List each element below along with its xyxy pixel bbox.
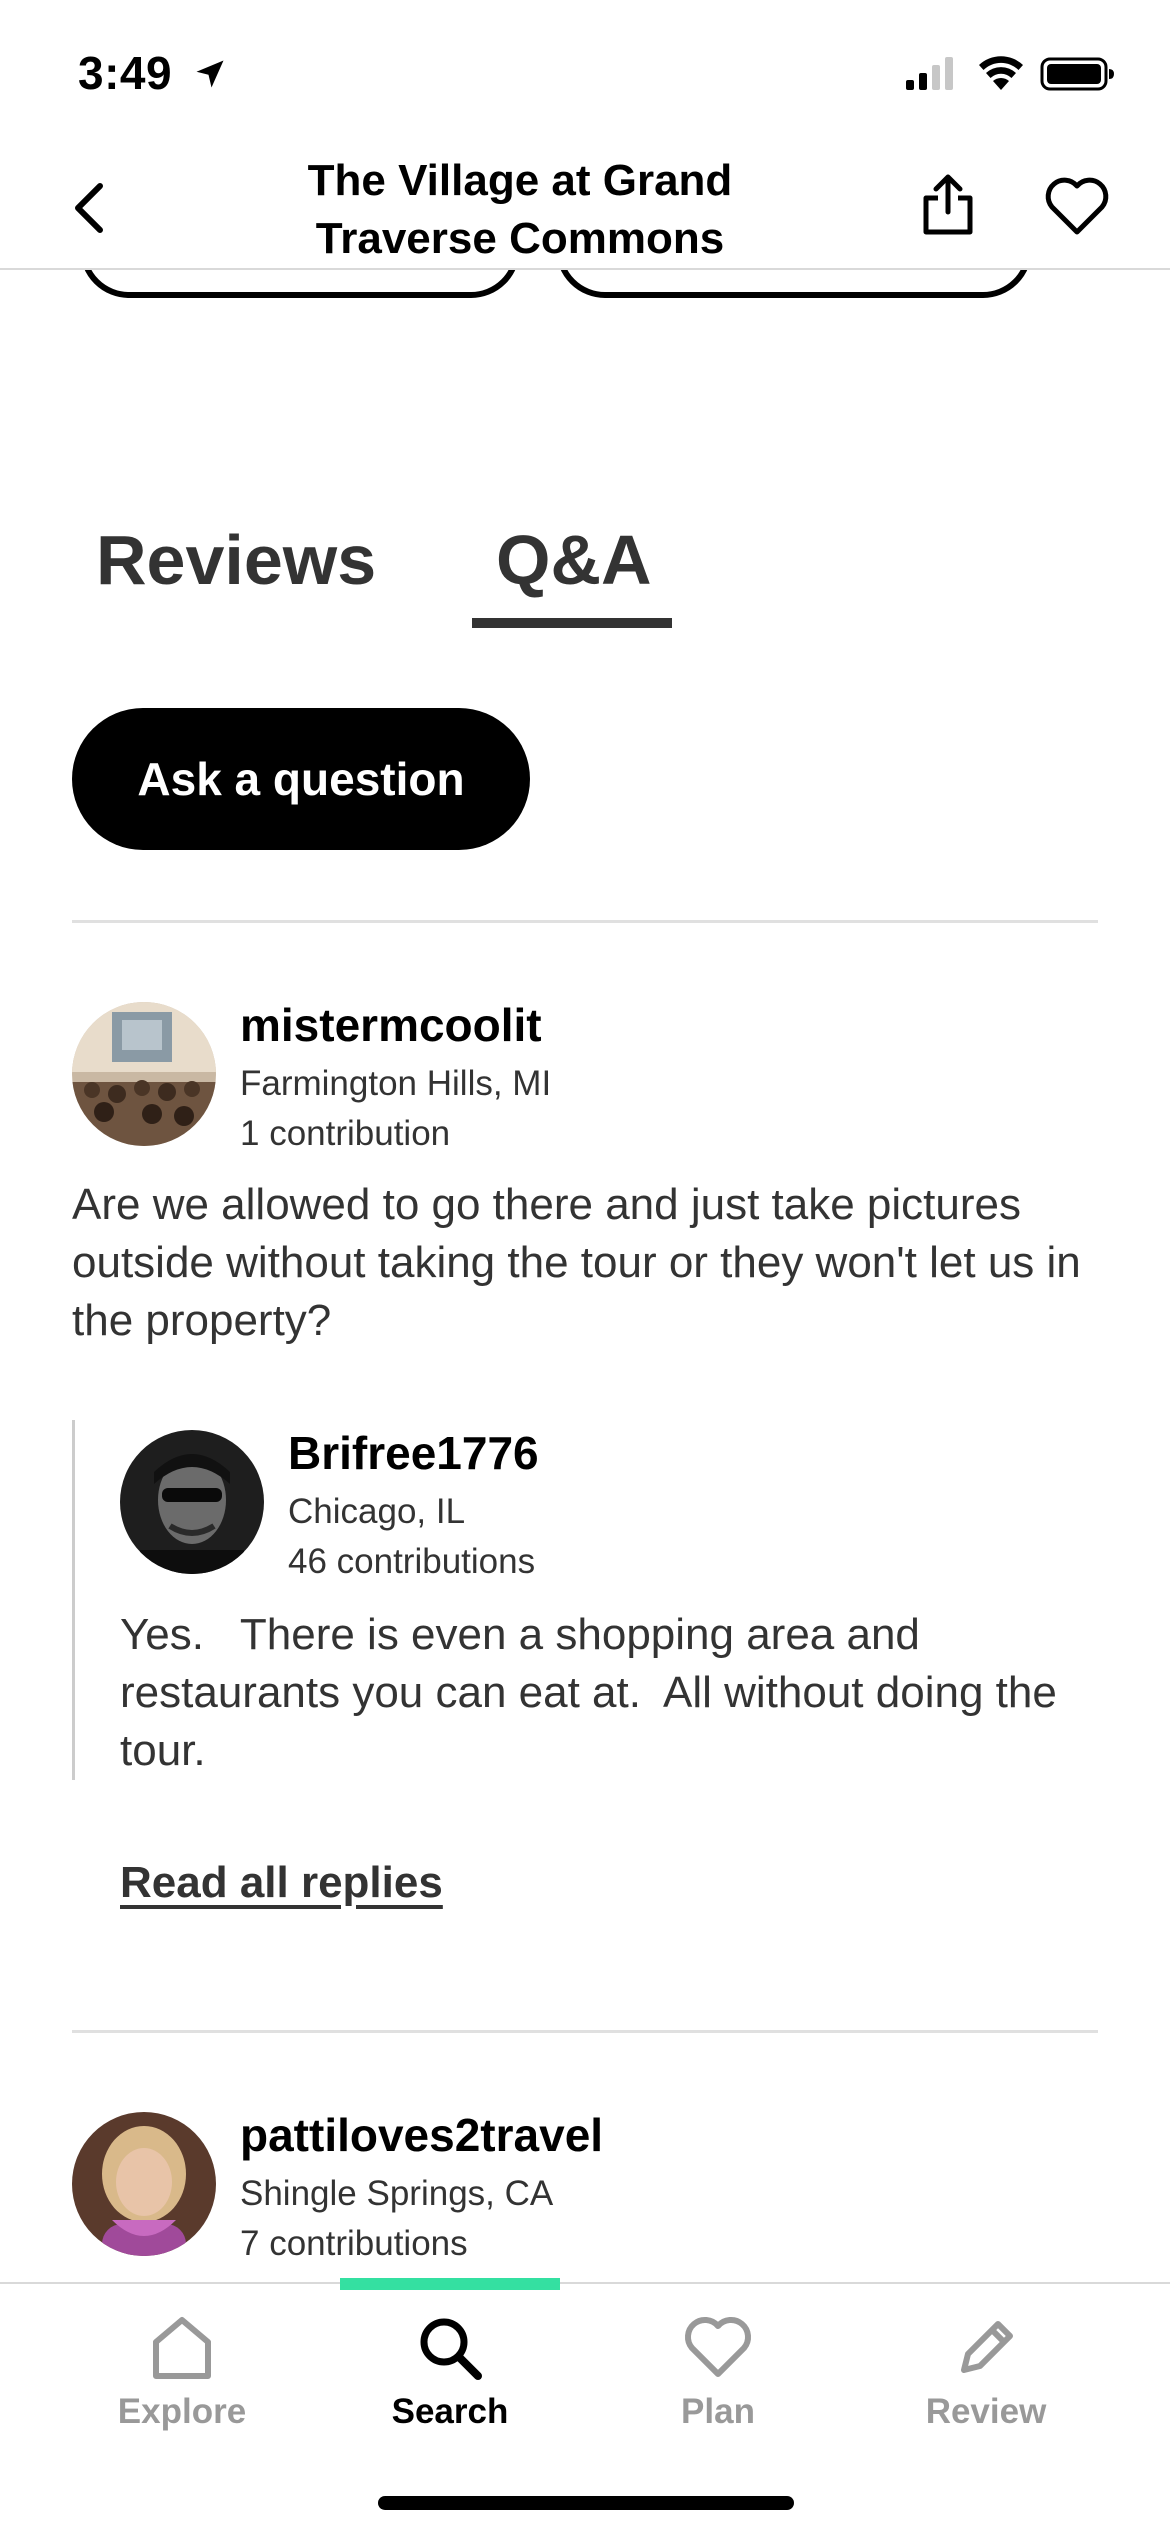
nav-explore-label: Explore <box>117 2392 247 2431</box>
avatar[interactable] <box>72 1002 216 1146</box>
share-icon[interactable] <box>918 172 978 238</box>
page-title-line-2: Traverse Commons <box>315 214 725 263</box>
active-tab-indicator <box>472 618 672 628</box>
nav-search[interactable]: Search <box>340 2312 560 2432</box>
home-icon <box>153 2317 211 2379</box>
page-title: The Village at Grand Traverse Commons <box>240 152 800 268</box>
nav-review-label: Review <box>925 2392 1047 2431</box>
status-time: 3:49 <box>78 47 173 99</box>
save-heart-icon[interactable] <box>1044 176 1110 236</box>
question-user-location: Farmington Hills, MI <box>240 1064 552 1103</box>
avatar[interactable] <box>120 1430 264 1574</box>
question-user-location: Shingle Springs, CA <box>240 2174 554 2213</box>
bottom-nav: Explore Search Plan Review <box>0 2278 1170 2532</box>
question-user-contributions: 1 contribution <box>240 1114 451 1153</box>
back-chevron-icon[interactable] <box>66 180 110 236</box>
nav-explore[interactable]: Explore <box>72 2312 292 2432</box>
question-username[interactable]: pattiloves2travel <box>240 2108 603 2162</box>
cellular-signal-icon <box>906 57 953 90</box>
status-bar: 3:49 <box>0 0 1170 140</box>
nav-review[interactable]: Review <box>876 2312 1096 2432</box>
question-username[interactable]: mistermcoolit <box>240 998 542 1052</box>
question-user-contributions: 7 contributions <box>240 2224 468 2263</box>
top-header: The Village at Grand Traverse Commons <box>0 140 1170 270</box>
read-all-replies-link[interactable]: Read all replies <box>120 1858 443 1908</box>
search-icon <box>420 2318 482 2380</box>
avatar[interactable] <box>72 2112 216 2256</box>
divider <box>72 2030 1098 2033</box>
wifi-icon <box>979 56 1023 90</box>
reply-text: Yes. There is even a shopping area and r… <box>120 1610 1070 1775</box>
tab-qa[interactable]: Q&A <box>496 520 652 600</box>
reply-avatar-image <box>120 1430 264 1574</box>
divider <box>72 920 1098 923</box>
reply-username[interactable]: Brifree1776 <box>288 1426 539 1480</box>
nav-search-label: Search <box>391 2392 509 2431</box>
heart-icon <box>685 2317 751 2377</box>
nav-active-indicator <box>340 2278 560 2290</box>
reply-thread-bar <box>72 1420 75 1780</box>
woman-avatar-image <box>72 2112 216 2256</box>
page-title-line-1: The Village at Grand <box>307 156 733 205</box>
ask-question-button[interactable]: Ask a question <box>72 708 530 850</box>
nav-plan[interactable]: Plan <box>608 2312 828 2432</box>
home-indicator <box>378 2496 794 2510</box>
pencil-icon <box>961 2321 1013 2373</box>
tab-reviews[interactable]: Reviews <box>96 520 376 600</box>
battery-icon <box>1040 57 1114 91</box>
nav-plan-label: Plan <box>681 2392 755 2431</box>
location-arrow-icon <box>196 60 224 88</box>
reply-user-location: Chicago, IL <box>288 1492 466 1531</box>
concert-avatar-image <box>72 1002 216 1146</box>
question-text: Are we allowed to go there and just take… <box>72 1180 1081 1345</box>
reply-user-contributions: 46 contributions <box>288 1542 536 1581</box>
